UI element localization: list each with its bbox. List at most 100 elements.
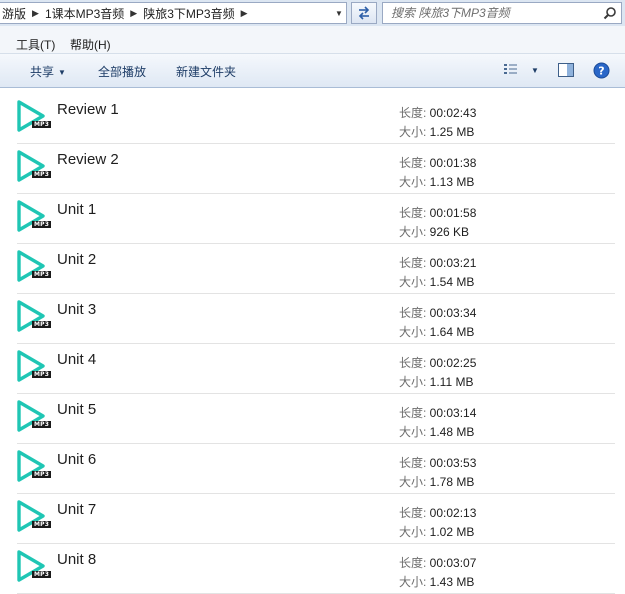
chevron-down-icon: ▼ [58,68,66,77]
mp3-play-icon: MP3 [16,99,52,135]
file-name: Unit 3 [57,301,97,318]
mp3-badge: MP3 [32,371,52,378]
file-name: Unit 8 [57,551,97,568]
length-label: 长度: [399,156,430,170]
file-name: Review 1 [57,101,119,118]
size-label: 大小: [399,275,430,289]
length-label: 长度: [399,356,430,370]
view-options-button[interactable]: ▼ [503,63,539,77]
menu-tools[interactable]: 工具(T) [16,36,55,53]
breadcrumb-separator-icon[interactable]: ▶ [237,8,252,19]
file-name: Unit 2 [57,251,97,268]
breadcrumb-item[interactable]: 1课本MP3音频 [43,5,126,22]
mp3-badge: MP3 [32,471,52,478]
file-list: MP3 Review 1 长度: 00:02:43 大小: 1.25 MB MP… [0,94,625,594]
breadcrumb-item[interactable]: 游版 [0,5,28,22]
refresh-icon [358,6,370,20]
mp3-play-icon: MP3 [16,299,52,335]
menu-help[interactable]: 帮助(H) [70,36,111,53]
chevron-down-icon: ▼ [531,65,539,75]
length-label: 长度: [399,456,430,470]
address-bar[interactable]: 游版 ▶ 1课本MP3音频 ▶ 陕旅3下MP3音频 ▶ ▼ [0,2,347,24]
mp3-badge: MP3 [32,571,52,578]
length-value: 00:03:53 [429,456,477,470]
file-name: Unit 5 [57,401,97,418]
length-label: 长度: [399,206,430,220]
file-row[interactable]: MP3 Unit 2 长度: 00:03:21 大小: 1.54 MB [0,244,625,294]
breadcrumb-separator-icon[interactable]: ▶ [126,8,141,19]
mp3-play-icon: MP3 [16,249,52,285]
command-bar: 共享 ▼ 全部播放 新建文件夹 ▼ [0,54,625,88]
preview-pane-button[interactable] [557,62,575,81]
mp3-badge: MP3 [32,221,52,228]
file-size: 大小: 1.25 MB [399,123,474,140]
file-name: Unit 1 [57,201,97,218]
file-size: 大小: 926 KB [399,223,469,240]
length-value: 00:03:14 [429,406,477,420]
file-row[interactable]: MP3 Unit 7 长度: 00:02:13 大小: 1.02 MB [0,494,625,544]
file-row[interactable]: MP3 Unit 1 长度: 00:01:58 大小: 926 KB [0,194,625,244]
mp3-badge: MP3 [32,421,52,428]
mp3-badge: MP3 [32,321,52,328]
file-length: 长度: 00:02:43 [399,104,476,121]
file-size: 大小: 1.13 MB [399,173,474,190]
file-row[interactable]: MP3 Unit 5 长度: 00:03:14 大小: 1.48 MB [0,394,625,444]
size-label: 大小: [399,225,430,239]
mp3-play-icon: MP3 [16,499,52,535]
file-length: 长度: 00:03:53 [399,454,476,471]
size-label: 大小: [399,475,430,489]
mp3-play-icon: MP3 [16,549,52,585]
file-name: Unit 7 [57,501,97,518]
size-label: 大小: [399,375,430,389]
file-size: 大小: 1.54 MB [399,273,474,290]
file-size: 大小: 1.48 MB [399,423,474,440]
file-length: 长度: 00:02:25 [399,354,476,371]
search-box[interactable] [382,2,622,24]
search-input[interactable] [383,3,599,23]
address-history-dropdown-icon[interactable]: ▼ [332,9,346,18]
length-value: 00:01:58 [429,206,477,220]
breadcrumb-separator-icon[interactable]: ▶ [28,8,43,19]
file-row[interactable]: MP3 Review 2 长度: 00:01:38 大小: 1.13 MB [0,144,625,194]
file-row[interactable]: MP3 Unit 6 长度: 00:03:53 大小: 1.78 MB [0,444,625,494]
size-value: 1.54 MB [429,275,475,289]
file-size: 大小: 1.43 MB [399,573,474,590]
mp3-play-icon: MP3 [16,349,52,385]
length-label: 长度: [399,106,430,120]
svg-text:?: ? [598,65,604,78]
length-value: 00:02:13 [429,506,477,520]
mp3-play-icon: MP3 [16,399,52,435]
breadcrumb-item[interactable]: 陕旅3下MP3音频 [141,5,236,22]
size-value: 1.11 MB [429,375,474,389]
length-value: 00:03:21 [429,256,477,270]
size-value: 1.48 MB [429,425,475,439]
help-button[interactable]: ? [593,62,610,82]
search-icon[interactable] [599,3,621,23]
size-label: 大小: [399,525,430,539]
file-size: 大小: 1.02 MB [399,523,474,540]
file-size: 大小: 1.64 MB [399,323,474,340]
size-value: 1.02 MB [429,525,475,539]
mp3-play-icon: MP3 [16,149,52,185]
address-bar-row: 游版 ▶ 1课本MP3音频 ▶ 陕旅3下MP3音频 ▶ ▼ [0,0,625,26]
size-label: 大小: [399,175,430,189]
size-value: 1.64 MB [429,325,475,339]
size-label: 大小: [399,575,430,589]
file-row[interactable]: MP3 Unit 8 长度: 00:03:07 大小: 1.43 MB [0,544,625,594]
file-row[interactable]: MP3 Review 1 长度: 00:02:43 大小: 1.25 MB [0,94,625,144]
length-label: 长度: [399,306,430,320]
details-view-icon [504,64,517,74]
refresh-button[interactable] [351,2,377,24]
size-value: 1.78 MB [429,475,475,489]
length-label: 长度: [399,556,430,570]
file-length: 长度: 00:03:34 [399,304,476,321]
new-folder-button[interactable]: 新建文件夹 [176,63,236,80]
preview-pane-icon [558,63,574,77]
file-length: 长度: 00:03:14 [399,404,476,421]
file-row[interactable]: MP3 Unit 4 长度: 00:02:25 大小: 1.11 MB [0,344,625,394]
file-length: 长度: 00:03:21 [399,254,476,271]
share-button[interactable]: 共享 ▼ [30,63,66,80]
play-all-button[interactable]: 全部播放 [98,63,146,80]
size-label: 大小: [399,325,430,339]
file-row[interactable]: MP3 Unit 3 长度: 00:03:34 大小: 1.64 MB [0,294,625,344]
